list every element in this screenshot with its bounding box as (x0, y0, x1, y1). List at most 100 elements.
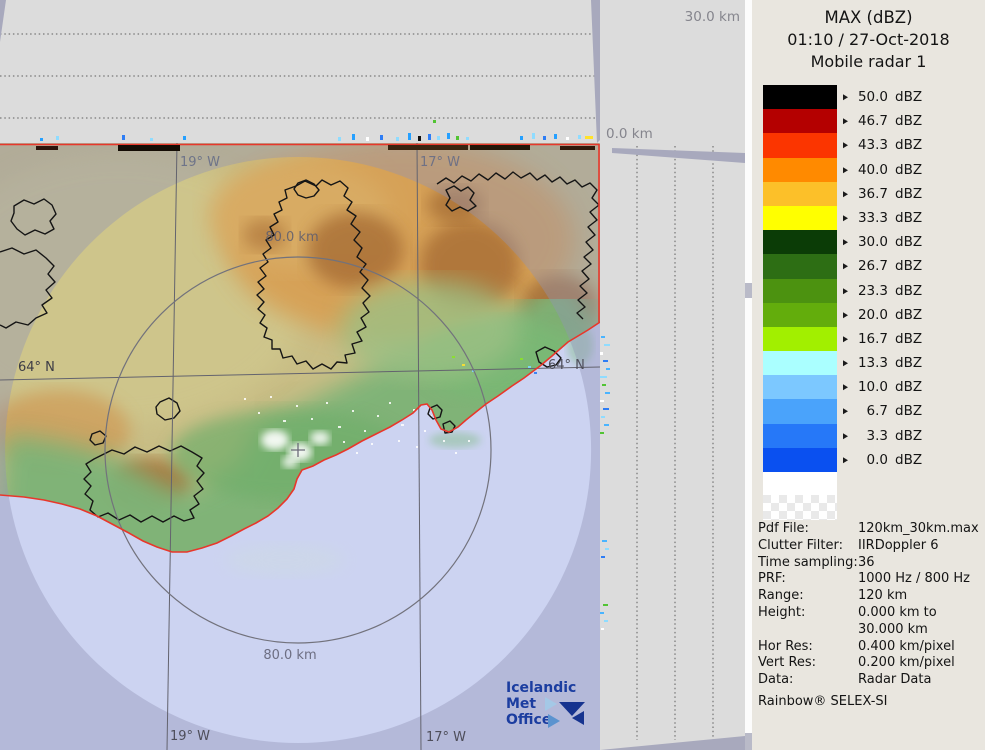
metadata-row: Time sampling: 36 (758, 555, 982, 572)
metadata-value: 1000 Hz / 800 Hz (858, 571, 982, 588)
panel-splitter[interactable] (745, 0, 752, 750)
legend-tick-arrow-icon (843, 312, 848, 318)
legend-value: 40.0 (853, 162, 888, 178)
legend-unit: dBZ (895, 379, 922, 395)
splitter-thumb-upper[interactable] (745, 283, 752, 298)
legend-unit: dBZ (895, 404, 922, 420)
legend-row: 43.3 dBZ (763, 133, 983, 157)
legend-row: 16.7 dBZ (763, 327, 983, 351)
legend-unit: dBZ (895, 186, 922, 202)
top-projection-strip (0, 0, 600, 143)
legend-tick-arrow-icon (843, 336, 848, 342)
legend-unit: dBZ (895, 259, 922, 275)
legend-unit: dBZ (895, 234, 922, 250)
legend-unit: dBZ (895, 138, 922, 154)
legend-unit: dBZ (895, 331, 922, 347)
legend-tick-arrow-icon (843, 94, 848, 100)
legend-color-swatch (763, 109, 837, 133)
legend-value: 50.0 (853, 89, 888, 105)
legend-value: 16.7 (853, 331, 888, 347)
legend-value: 6.7 (853, 404, 888, 420)
legend-tick-arrow-icon (843, 409, 848, 415)
legend-row: 6.7 dBZ (763, 399, 983, 423)
legend-color-swatch (763, 206, 837, 230)
legend-tick-arrow-icon (843, 360, 848, 366)
legend-row: 36.7 dBZ (763, 182, 983, 206)
legend-unit: dBZ (895, 162, 922, 178)
dbz-color-legend: 50.0 dBZ 46.7 dBZ 43.3 dBZ 40.0 dBZ (763, 85, 983, 520)
legend-value: 46.7 (853, 113, 888, 129)
legend-value: 0.0 (853, 452, 888, 468)
legend-value: 30.0 (853, 234, 888, 250)
product-header: MAX (dBZ) 01:10 / 27-Oct-2018 Mobile rad… (752, 6, 985, 73)
legend-unit: dBZ (895, 428, 922, 444)
map-layers (0, 140, 607, 750)
metadata-row: Pdf File: 120km_30km.max (758, 521, 982, 538)
legend-row: 20.0 dBZ (763, 303, 983, 327)
metadata-value: 0.200 km/pixel (858, 655, 982, 672)
metadata-label: Time sampling: (758, 555, 858, 572)
legend-tick-arrow-icon (843, 457, 848, 463)
legend-row: 26.7 dBZ (763, 254, 983, 278)
legend-value: 26.7 (853, 259, 888, 275)
legend-row: 10.0 dBZ (763, 375, 983, 399)
legend-row: 0.0 dBZ (763, 448, 983, 472)
legend-color-swatch (763, 230, 837, 254)
legend-color-swatch (763, 279, 837, 303)
legend-value: 3.3 (853, 428, 888, 444)
legend-value: 23.3 (853, 283, 888, 299)
legend-color-swatch (763, 85, 837, 109)
legend-color-swatch (763, 133, 837, 157)
right-projection-strip (600, 0, 745, 750)
legend-value: 20.0 (853, 307, 888, 323)
radar-application-window: 30.0 km 0.0 km 80.0 km 80.0 km 64° N 64°… (0, 0, 985, 750)
radar-map-canvas (0, 0, 745, 750)
legend-row: 46.7 dBZ (763, 109, 983, 133)
legend-tick-arrow-icon (843, 191, 848, 197)
radar-map-viewport[interactable]: 30.0 km 0.0 km 80.0 km 80.0 km 64° N 64°… (0, 0, 745, 750)
legend-color-swatch (763, 375, 837, 399)
legend-tick-arrow-icon (843, 215, 848, 221)
metadata-value: IIRDoppler 6 (858, 538, 982, 555)
splitter-thumb-lower[interactable] (745, 733, 752, 750)
metadata-row: Hor Res: 0.400 km/pixel (758, 639, 982, 656)
legend-color-swatch (763, 399, 837, 423)
metadata-value: 0.000 km to (858, 605, 982, 622)
metadata-row: Vert Res: 0.200 km/pixel (758, 655, 982, 672)
legend-tick-arrow-icon (843, 167, 848, 173)
legend-unit: dBZ (895, 355, 922, 371)
metadata-row: Range: 120 km (758, 588, 982, 605)
radar-name: Mobile radar 1 (752, 51, 985, 73)
metadata-rows: Pdf File: 120km_30km.max Clutter Filter:… (758, 521, 982, 689)
metadata-row: PRF: 1000 Hz / 800 Hz (758, 571, 982, 588)
legend-value: 13.3 (853, 355, 888, 371)
legend-tick-arrow-icon (843, 118, 848, 124)
metadata-label: PRF: (758, 571, 858, 588)
product-info-panel: MAX (dBZ) 01:10 / 27-Oct-2018 Mobile rad… (752, 0, 985, 750)
legend-value: 10.0 (853, 379, 888, 395)
legend-color-swatch (763, 351, 837, 375)
legend-unit: dBZ (895, 210, 922, 226)
legend-tick-arrow-icon (843, 384, 848, 390)
legend-row: 40.0 dBZ (763, 158, 983, 182)
legend-value: 36.7 (853, 186, 888, 202)
metadata-row: Data: Radar Data (758, 672, 982, 689)
legend-row: 30.0 dBZ (763, 230, 983, 254)
legend-color-swatch (763, 448, 837, 472)
legend-color-swatch (763, 327, 837, 351)
metadata-value: 0.400 km/pixel (858, 639, 982, 656)
metadata-value: Radar Data (858, 672, 982, 689)
product-timestamp: 01:10 / 27-Oct-2018 (752, 29, 985, 51)
legend-unit: dBZ (895, 89, 922, 105)
software-brand-label: Rainbow® SELEX-SI (758, 694, 982, 711)
legend-value: 43.3 (853, 138, 888, 154)
met-office-pinwheel-icon (542, 696, 594, 738)
metadata-label: Vert Res: (758, 655, 858, 672)
legend-row: 50.0 dBZ (763, 85, 983, 109)
legend-color-swatch (763, 254, 837, 278)
metadata-row: Height: 0.000 km to (758, 605, 982, 622)
product-metadata: Pdf File: 120km_30km.max Clutter Filter:… (758, 521, 982, 711)
metadata-label: Data: (758, 672, 858, 689)
metadata-row: Clutter Filter: IIRDoppler 6 (758, 538, 982, 555)
metadata-label: Clutter Filter: (758, 538, 858, 555)
